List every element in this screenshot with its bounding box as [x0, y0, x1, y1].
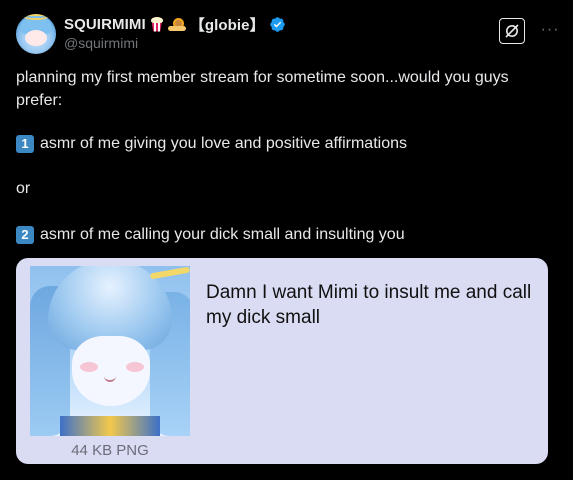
option-1-text: asmr of me giving you love and positive …	[40, 135, 407, 152]
avatar-halo	[24, 14, 48, 20]
display-name-suffix[interactable]: 【globie】	[190, 14, 265, 35]
quote-text: Damn I want Mimi to insult me and call m…	[206, 282, 532, 328]
display-name-row[interactable]: SQUIRMIMI 【globie】	[64, 14, 286, 34]
post-text-line1: planning my first member stream for some…	[16, 69, 509, 109]
keycap-2-icon: 2	[16, 226, 34, 244]
option-2: 2 asmr of me calling your dick small and…	[16, 224, 405, 246]
or-line: or	[16, 178, 30, 200]
post-header: SQUIRMIMI 【globie】 @squirmimi ···	[16, 12, 561, 56]
avatar-face	[25, 30, 47, 46]
file-size-label: 44 KB PNG	[71, 442, 149, 459]
option-1: 1 asmr of me giving you love and positiv…	[16, 133, 407, 155]
image-thumbnail[interactable]	[30, 266, 190, 436]
snail-icon	[167, 17, 186, 32]
avatar[interactable]	[16, 14, 56, 54]
handle[interactable]: @squirmimi	[64, 35, 286, 51]
or-text: or	[16, 180, 31, 197]
keycap-1-icon: 1	[16, 135, 34, 153]
grok-icon[interactable]	[499, 18, 525, 44]
verified-badge-icon[interactable]	[269, 16, 286, 33]
media-card[interactable]: 44 KB PNG Damn I want Mimi to insult me …	[16, 258, 548, 464]
more-icon[interactable]: ···	[539, 20, 561, 40]
option-2-text: asmr of me calling your dick small and i…	[40, 226, 405, 243]
popcorn-icon	[150, 16, 164, 32]
display-name[interactable]: SQUIRMIMI	[64, 16, 146, 33]
author-names: SQUIRMIMI 【globie】 @squirmimi	[64, 14, 286, 51]
